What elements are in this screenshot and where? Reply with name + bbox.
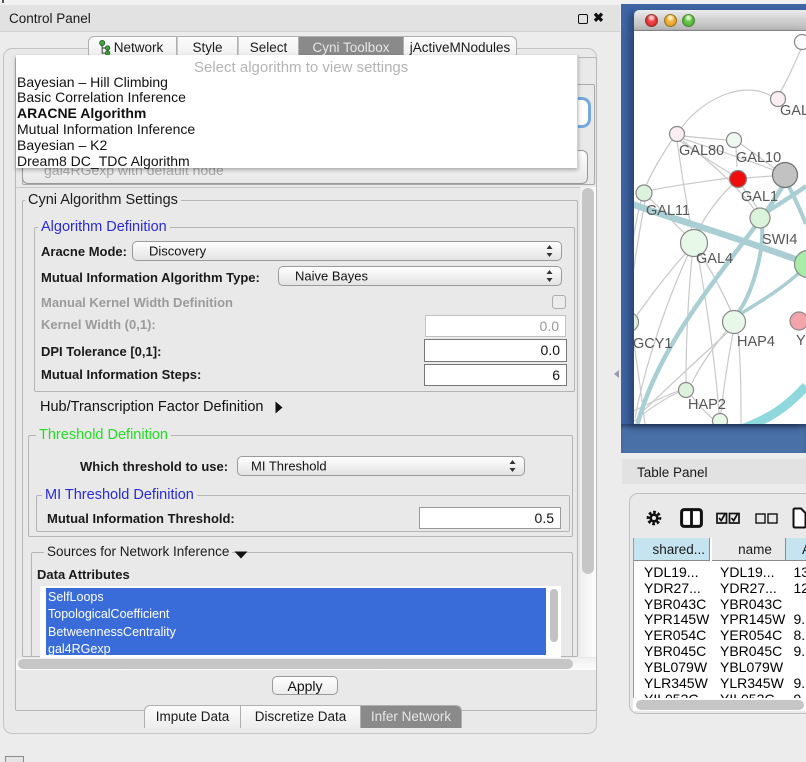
svg-text:HAP4: HAP4 — [737, 334, 775, 350]
svg-text:GCY1: GCY1 — [634, 336, 673, 352]
svg-text:GAL11: GAL11 — [646, 203, 690, 219]
svg-text:GAL4: GAL4 — [696, 251, 733, 267]
svg-text:GAL: GAL — [780, 103, 806, 119]
svg-text:GAL10: GAL10 — [736, 150, 781, 166]
svg-text:GAL80: GAL80 — [679, 143, 724, 159]
svg-text:GAL1: GAL1 — [741, 189, 778, 205]
svg-text:HAP2: HAP2 — [688, 397, 726, 413]
svg-text:Y: Y — [796, 333, 806, 349]
svg-text:SWI4: SWI4 — [762, 232, 797, 248]
